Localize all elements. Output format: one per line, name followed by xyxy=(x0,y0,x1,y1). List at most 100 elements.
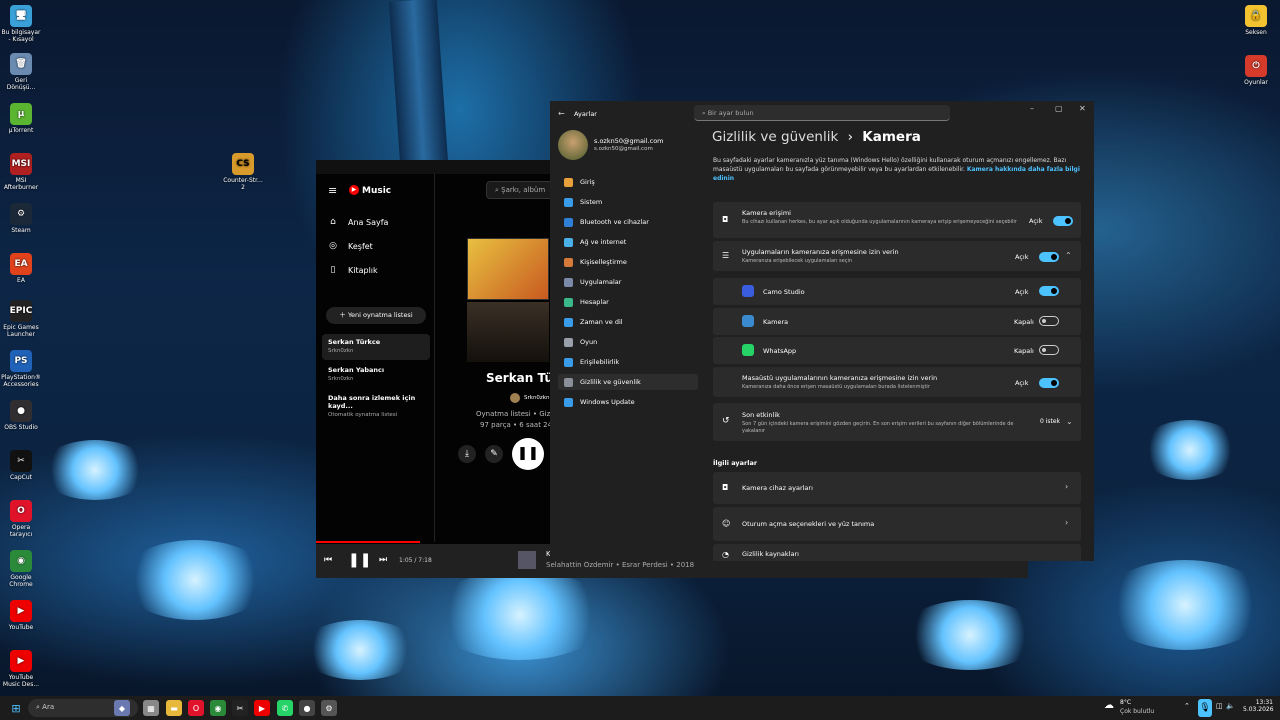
widgets-icon[interactable]: ▦ xyxy=(143,700,159,716)
settings-icon[interactable]: ⚙ xyxy=(321,700,337,716)
pause-button[interactable]: ❚❚ xyxy=(512,438,544,470)
music-search-input[interactable]: ⌕ Şarkı, albüm xyxy=(486,181,556,199)
sidebar-item[interactable]: Uygulamalar xyxy=(558,274,698,290)
app-permission-state: Kapalı xyxy=(1014,317,1034,326)
sidebar-item[interactable]: Windows Update xyxy=(558,394,698,410)
desktop-icon[interactable]: 🖥 Bu bilgisayar - Kısayol xyxy=(0,5,42,43)
desktop-icon[interactable]: ◉ Google Chrome xyxy=(0,550,42,588)
obs-icon[interactable]: ● xyxy=(299,700,315,716)
app-permission-toggle[interactable] xyxy=(1039,345,1059,355)
back-icon[interactable]: ← xyxy=(558,109,565,118)
sidebar-item-label: Windows Update xyxy=(580,398,635,406)
camera-access-card[interactable]: ◘ Kamera erişimi Bu cihazı kullanan herk… xyxy=(713,202,1081,238)
app-permission-toggle[interactable] xyxy=(1039,286,1059,296)
desktop-access-toggle[interactable] xyxy=(1039,378,1059,388)
volume-icon[interactable]: 🔈 xyxy=(1226,702,1235,710)
camera-access-state: Açık xyxy=(1029,217,1043,225)
sidebar-item[interactable]: Ağ ve internet xyxy=(558,234,698,250)
desktop-icon[interactable]: O Opera tarayıcı xyxy=(0,500,42,538)
clock[interactable]: 13:31 5.03.2026 xyxy=(1243,699,1274,713)
related-camera-device-settings[interactable]: ◘ Kamera cihaz ayarları › xyxy=(713,472,1081,504)
breadcrumb-parent[interactable]: Gizlilik ve güvenlik xyxy=(712,129,838,145)
user-email-secondary: s.ozkn50@gmail.com xyxy=(594,146,653,152)
settings-window-title: Ayarlar xyxy=(574,110,597,118)
sidebar-item[interactable]: Sistem xyxy=(558,194,698,210)
chevron-down-icon[interactable]: ⌄ xyxy=(1066,417,1073,426)
apps-access-toggle[interactable] xyxy=(1039,252,1059,262)
playlist-item[interactable]: Daha sonra izlemek için kayd... Otomatik … xyxy=(322,390,430,418)
playlist-owner: Otomatik oynatma listesi xyxy=(328,412,398,418)
app-icon: EA xyxy=(10,253,32,275)
app-icon: EPIC xyxy=(10,300,32,322)
desktop-icon[interactable]: ▶ YouTube xyxy=(0,600,42,631)
library-icon: ▯ xyxy=(330,265,336,275)
new-playlist-button[interactable]: ＋ Yeni oynatma listesi xyxy=(326,307,426,324)
related-privacy-resources[interactable]: ◔ Gizlilik kaynakları xyxy=(713,544,1081,561)
related-sign-in-options[interactable]: ☺ Oturum açma seçenekleri ve yüz tanıma … xyxy=(713,507,1081,541)
microphone-icon[interactable]: 🎙 xyxy=(1198,699,1212,717)
desktop-icon[interactable]: MSI MSI Afterburner xyxy=(0,153,42,191)
next-icon[interactable]: ⏭ xyxy=(379,555,387,565)
capcut-icon[interactable]: ✂ xyxy=(232,700,248,716)
sidebar-item-icon xyxy=(564,397,573,407)
player-pause-icon[interactable]: ❚❚ xyxy=(348,552,371,568)
desktop-icon[interactable]: ✂ CapCut xyxy=(0,450,42,481)
sidebar-item[interactable]: Oyun xyxy=(558,334,698,350)
start-icon[interactable]: ⊞ xyxy=(8,700,24,716)
playlist-meta-tracks: 97 parça • 6 saat 24 xyxy=(480,421,553,429)
chevron-right-icon: › xyxy=(1065,482,1069,491)
wallpaper-flower xyxy=(430,570,610,660)
desktop-icon[interactable]: 🗑 Geri Dönüşü... xyxy=(0,53,42,91)
desktop-icon[interactable]: µ µTorrent xyxy=(0,103,42,134)
camera-access-toggle[interactable] xyxy=(1053,216,1073,226)
nav-ana-sayfa[interactable]: ⌂ Ana Sayfa xyxy=(328,217,388,227)
desktop-icon-counter-strike[interactable]: CS Counter-Str... 2 xyxy=(222,153,264,191)
desktop-icon[interactable]: ● OBS Studio xyxy=(0,400,42,431)
sidebar-item[interactable]: Zaman ve dil xyxy=(558,314,698,330)
recent-activity-card[interactable]: ↺ Son etkinlik Son 7 gün içindeki kamera… xyxy=(713,403,1081,441)
sidebar-item[interactable]: Gizlilik ve güvenlik xyxy=(558,374,698,390)
whatsapp-icon[interactable]: ✆ xyxy=(277,700,293,716)
sidebar-item[interactable]: Hesaplar xyxy=(558,294,698,310)
app-permission-toggle[interactable] xyxy=(1039,315,1059,326)
nav-kesfet[interactable]: ◎ Keşfet xyxy=(328,241,373,251)
network-icon[interactable]: ◫ xyxy=(1216,702,1223,710)
desktop-icon[interactable]: PS PlayStation® Accessories xyxy=(0,350,42,388)
app-icon: 🗑 xyxy=(10,53,32,75)
download-icon[interactable]: ⤓ xyxy=(458,445,476,463)
maximize-icon[interactable]: ▢ xyxy=(1055,104,1063,113)
avatar[interactable] xyxy=(558,130,588,160)
edit-icon[interactable]: ✎ xyxy=(485,445,503,463)
chevron-up-icon[interactable]: ⌃ xyxy=(1065,251,1072,260)
desktop-icon[interactable]: ▶ YouTube Music Des... xyxy=(0,650,42,688)
desktop-icon-label: Geri Dönüşü... xyxy=(6,77,36,91)
opera-icon[interactable]: O xyxy=(188,700,204,716)
previous-icon[interactable]: ⏮ xyxy=(324,555,332,565)
desktop-apps-card[interactable]: Masaüstü uygulamalarının kameranıza eriş… xyxy=(713,367,1081,397)
plus-icon: ＋ xyxy=(339,311,348,319)
app-permission-state: Açık xyxy=(1015,288,1029,296)
desktop-icon[interactable]: EPIC Epic Games Launcher xyxy=(0,300,42,338)
close-icon[interactable]: ✕ xyxy=(1079,104,1086,113)
file-explorer-icon[interactable]: ▬ xyxy=(166,700,182,716)
chevron-up-icon[interactable]: ⌃ xyxy=(1184,702,1190,710)
desktop-icon[interactable]: ⚙ Steam xyxy=(0,203,42,234)
sidebar-item[interactable]: Bluetooth ve cihazlar xyxy=(558,214,698,230)
sidebar-item[interactable]: Kişiselleştirme xyxy=(558,254,698,270)
minimize-icon[interactable]: – xyxy=(1030,104,1034,113)
desktop-icon[interactable]: EA EA xyxy=(0,253,42,284)
desktop-icon-seksen[interactable]: 🔒 Seksen xyxy=(1235,5,1277,36)
desktop-icon-label: Epic Games Launcher xyxy=(3,324,39,338)
apps-access-card[interactable]: ☰ Uygulamaların kameranıza erişmesine iz… xyxy=(713,241,1081,271)
sidebar-item[interactable]: Giriş xyxy=(558,174,698,190)
nav-kitaplik[interactable]: ▯ Kitaplık xyxy=(328,265,378,275)
desktop-icon-oyunlar[interactable]: ⏻ Oyunlar xyxy=(1235,55,1277,86)
wallpaper-icon[interactable]: ◆ xyxy=(114,700,130,716)
settings-search-input[interactable]: ⌕ Bir ayar bulun xyxy=(694,105,950,121)
sidebar-item[interactable]: Erişilebilirlik xyxy=(558,354,698,370)
playlist-item[interactable]: Serkan Yabancı Srkn0zkn xyxy=(322,362,430,388)
playlist-item[interactable]: Serkan Türkce Srkn0zkn xyxy=(322,334,430,360)
youtube-music-icon[interactable]: ▶ xyxy=(254,700,270,716)
sidebar-item-label: Oyun xyxy=(580,338,598,346)
chrome-icon[interactable]: ◉ xyxy=(210,700,226,716)
